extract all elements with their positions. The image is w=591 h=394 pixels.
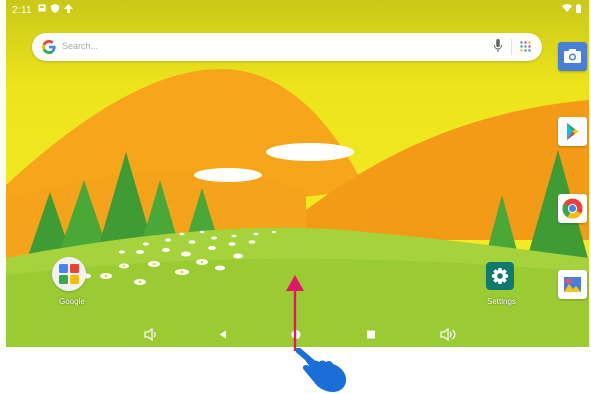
- play-store-icon: [567, 123, 579, 140]
- up-arrow-notification-icon: [64, 4, 73, 13]
- recents-icon[interactable]: [367, 330, 375, 339]
- volume-down-icon[interactable]: [144, 327, 156, 342]
- photos-app[interactable]: [558, 270, 587, 299]
- photos-icon: [564, 277, 581, 292]
- google-folder[interactable]: [52, 257, 86, 291]
- chrome-icon: [562, 198, 583, 219]
- status-bar: 2:11: [6, 0, 589, 22]
- swipe-up-arrow-icon: [286, 275, 304, 351]
- camera-icon: [564, 49, 581, 63]
- google-folder-label: Google: [59, 297, 85, 306]
- google-g-icon: [42, 40, 56, 54]
- camera-app[interactable]: [558, 42, 587, 71]
- apps-grid-icon[interactable]: [520, 41, 531, 52]
- wifi-icon: [562, 4, 572, 12]
- play-store-app[interactable]: [558, 117, 587, 146]
- photo-notification-icon: [38, 4, 46, 12]
- notification-icons: [38, 4, 73, 13]
- system-status-icons: [562, 4, 581, 13]
- shield-icon: [51, 4, 59, 13]
- google-search-bar[interactable]: Search...: [32, 33, 542, 61]
- status-time: 2:11: [12, 5, 32, 16]
- chrome-app[interactable]: [558, 194, 587, 223]
- settings-app[interactable]: [486, 262, 514, 290]
- mic-icon[interactable]: [494, 39, 502, 53]
- volume-up-icon[interactable]: [440, 327, 456, 342]
- pointing-hand-icon: [296, 348, 347, 392]
- settings-app-label: Settings: [487, 297, 516, 306]
- google-folder-icon: [52, 257, 86, 291]
- back-icon[interactable]: [219, 330, 227, 339]
- search-divider: [511, 39, 512, 55]
- gear-icon: [492, 268, 508, 284]
- search-input[interactable]: Search...: [62, 41, 98, 51]
- battery-icon: [576, 4, 581, 13]
